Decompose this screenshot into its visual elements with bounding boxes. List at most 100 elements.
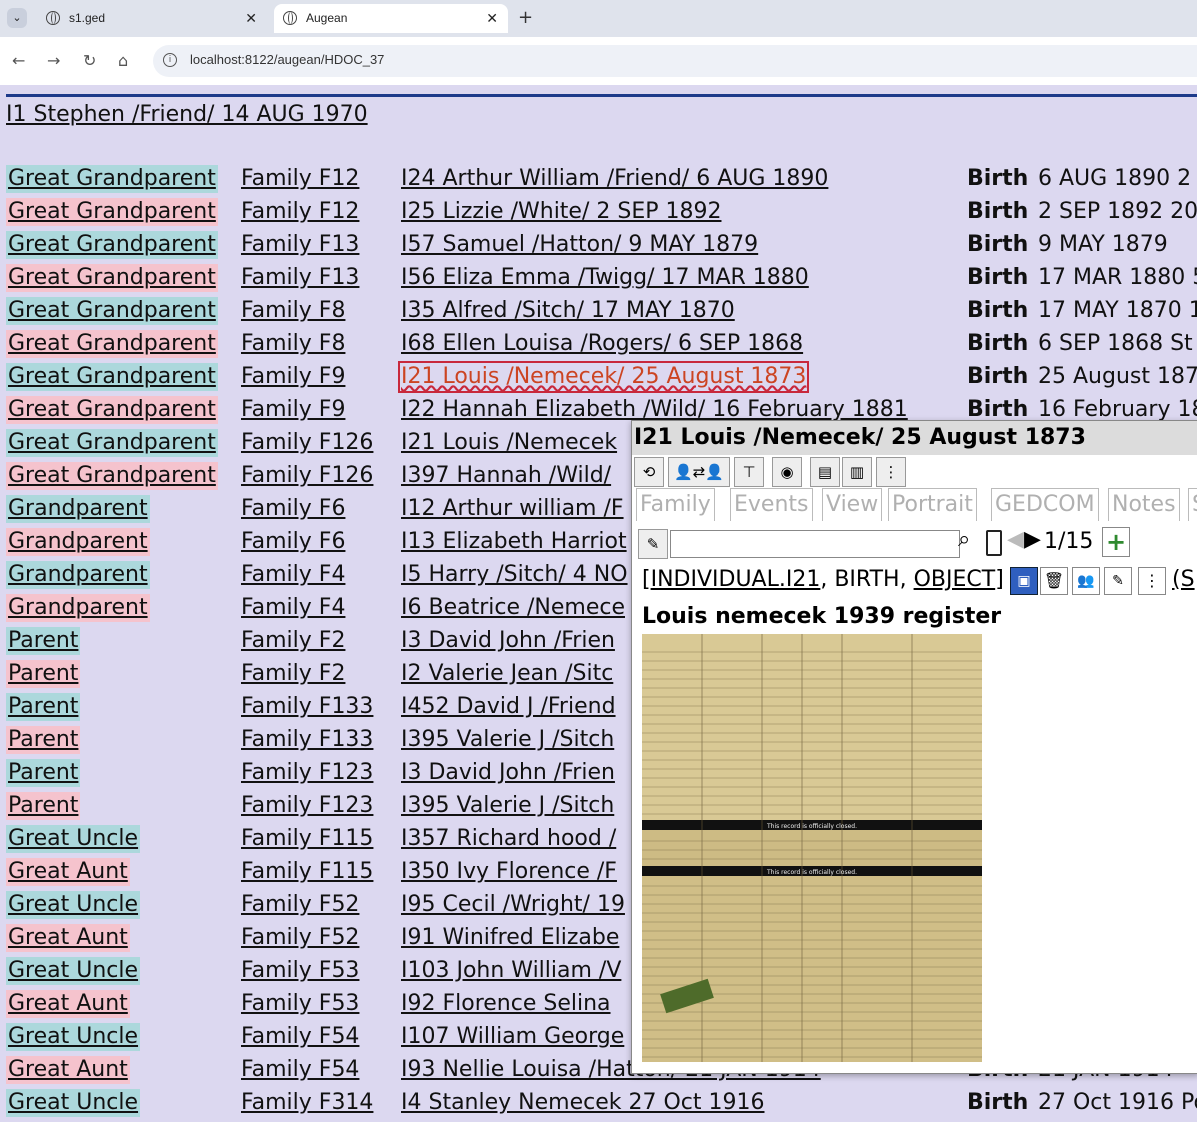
relation-link[interactable]: Parent bbox=[6, 660, 81, 688]
family-link[interactable]: Family F9 bbox=[241, 363, 345, 391]
relation-link[interactable]: Great Grandparent bbox=[6, 363, 218, 391]
family-link[interactable]: Family F115 bbox=[241, 825, 373, 853]
ref-trailing-link[interactable]: (S bbox=[1172, 567, 1195, 592]
family-link[interactable]: Family F8 bbox=[241, 297, 345, 325]
family-link[interactable]: Family F6 bbox=[241, 528, 345, 556]
map-pin-icon[interactable]: ◉ bbox=[772, 457, 802, 487]
more-vertical-icon[interactable]: ⋮ bbox=[1138, 567, 1166, 595]
media-search-input[interactable] bbox=[670, 530, 960, 558]
swap-persons-icon[interactable]: 👤⇄👤 bbox=[668, 457, 730, 487]
reload-icon[interactable]: ↻ bbox=[83, 51, 96, 70]
edit-pencil-icon[interactable]: ✎ bbox=[638, 529, 668, 559]
tab-events[interactable]: Events bbox=[730, 488, 813, 521]
family-link[interactable]: Family F53 bbox=[241, 990, 359, 1018]
close-tab-icon[interactable]: ✕ bbox=[486, 4, 498, 33]
close-tab-icon[interactable]: ✕ bbox=[245, 4, 257, 33]
address-bar[interactable]: i localhost:8122/augean/HDOC_37 bbox=[153, 45, 1197, 77]
tab-notes[interactable]: Notes bbox=[1108, 488, 1180, 521]
family-link[interactable]: Family F8 bbox=[241, 330, 345, 358]
back-arrow-icon[interactable]: ← bbox=[12, 51, 25, 70]
relation-link[interactable]: Parent bbox=[6, 759, 81, 787]
family-link[interactable]: Family F13 bbox=[241, 264, 359, 292]
relation-link[interactable]: Parent bbox=[6, 693, 81, 721]
home-icon[interactable]: ⌂ bbox=[118, 51, 128, 70]
scroll-document-icon[interactable]: ▤ bbox=[810, 457, 840, 487]
relation-link[interactable]: Parent bbox=[6, 726, 81, 754]
individual-link[interactable]: I91 Winifred Elizabe bbox=[401, 924, 619, 952]
individual-link[interactable]: I21 Louis /Nemecek bbox=[401, 429, 617, 457]
family-link[interactable]: Family F52 bbox=[241, 924, 359, 952]
family-link[interactable]: Family F13 bbox=[241, 231, 359, 259]
individual-link[interactable]: I21 Louis /Nemecek/ 25 August 1873 bbox=[398, 361, 810, 393]
relation-link[interactable]: Great Grandparent bbox=[6, 165, 218, 193]
tab-portrait[interactable]: Portrait bbox=[888, 488, 977, 521]
save-disk-icon[interactable]: ▣ bbox=[1010, 567, 1038, 595]
relation-link[interactable]: Great Grandparent bbox=[6, 462, 218, 490]
notes-stack-icon[interactable]: ▥ bbox=[842, 457, 872, 487]
next-icon[interactable]: ▶ bbox=[1024, 527, 1041, 552]
relation-link[interactable]: Great Grandparent bbox=[6, 396, 218, 424]
family-link[interactable]: Family F133 bbox=[241, 693, 373, 721]
individual-link[interactable]: I2 Valerie Jean /Sitc bbox=[401, 660, 613, 688]
relation-link[interactable]: Grandparent bbox=[6, 594, 150, 622]
register-scan-image[interactable]: This record is officially closed. This r… bbox=[642, 634, 982, 1062]
previous-icon[interactable]: ◀ bbox=[1007, 527, 1024, 552]
individual-link[interactable]: I56 Eliza Emma /Twigg/ 17 MAR 1880 bbox=[401, 264, 809, 292]
family-link[interactable]: Family F54 bbox=[241, 1056, 359, 1084]
individual-link[interactable]: I395 Valerie J /Sitch bbox=[401, 792, 614, 820]
tab-gedcom[interactable]: GEDCOM bbox=[991, 488, 1099, 521]
individual-link[interactable]: I350 Ivy Florence /F bbox=[401, 858, 617, 886]
family-link[interactable]: Family F133 bbox=[241, 726, 373, 754]
ref-object-link[interactable]: OBJECT bbox=[914, 567, 996, 592]
trash-icon[interactable]: 🗑 bbox=[1040, 567, 1068, 595]
relation-link[interactable]: Great Uncle bbox=[6, 1023, 141, 1051]
relation-link[interactable]: Grandparent bbox=[6, 495, 150, 523]
individual-link[interactable]: I13 Elizabeth Harriot bbox=[401, 528, 627, 556]
individual-link[interactable]: I107 William George bbox=[401, 1023, 624, 1051]
individual-link[interactable]: I68 Ellen Louisa /Rogers/ 6 SEP 1868 bbox=[401, 330, 803, 358]
relation-link[interactable]: Great Uncle bbox=[6, 825, 141, 853]
relation-link[interactable]: Great Uncle bbox=[6, 1089, 141, 1117]
individual-link[interactable]: I57 Samuel /Hatton/ 9 MAY 1879 bbox=[401, 231, 758, 259]
relation-link[interactable]: Great Grandparent bbox=[6, 330, 218, 358]
relation-link[interactable]: Great Grandparent bbox=[6, 429, 218, 457]
individual-link[interactable]: I452 David J /Friend bbox=[401, 693, 616, 721]
relation-link[interactable]: Great Aunt bbox=[6, 858, 130, 886]
individual-link[interactable]: I3 David John /Frien bbox=[401, 759, 615, 787]
individual-link[interactable]: I12 Arthur william /F bbox=[401, 495, 624, 523]
popup-title[interactable]: I21 Louis /Nemecek/ 25 August 1873 bbox=[632, 421, 1197, 455]
relation-link[interactable]: Great Uncle bbox=[6, 957, 141, 985]
individual-link[interactable]: I395 Valerie J /Sitch bbox=[401, 726, 614, 754]
individual-link[interactable]: I35 Alfred /Sitch/ 17 MAY 1870 bbox=[401, 297, 735, 325]
individual-link[interactable]: I4 Stanley Nemecek 27 Oct 1916 bbox=[401, 1089, 764, 1117]
relation-link[interactable]: Great Grandparent bbox=[6, 264, 218, 292]
family-link[interactable]: Family F126 bbox=[241, 429, 373, 457]
edit-note-icon[interactable]: ✎ bbox=[1104, 567, 1132, 595]
relation-link[interactable]: Grandparent bbox=[6, 561, 150, 589]
individual-link[interactable]: I5 Harry /Sitch/ 4 NO bbox=[401, 561, 628, 589]
more-vertical-icon[interactable]: ⋮ bbox=[876, 457, 906, 487]
family-link[interactable]: Family F115 bbox=[241, 858, 373, 886]
relation-link[interactable]: Great Aunt bbox=[6, 1056, 130, 1084]
refresh-icon[interactable]: ⟲ bbox=[634, 457, 664, 487]
individual-link[interactable]: I3 David John /Frien bbox=[401, 627, 615, 655]
family-link[interactable]: Family F52 bbox=[241, 891, 359, 919]
tree-chart-icon[interactable]: ⊤ bbox=[734, 457, 764, 487]
tab-search-chevron-icon[interactable]: ⌄ bbox=[7, 8, 27, 28]
add-plus-icon[interactable]: + bbox=[1102, 527, 1130, 557]
individual-link[interactable]: I92 Florence Selina bbox=[401, 990, 611, 1018]
relation-link[interactable]: Grandparent bbox=[6, 528, 150, 556]
relation-link[interactable]: Great Aunt bbox=[6, 990, 130, 1018]
magnifier-icon[interactable]: ⌕ bbox=[958, 527, 970, 552]
relation-link[interactable]: Parent bbox=[6, 627, 81, 655]
family-link[interactable]: Family F12 bbox=[241, 198, 359, 226]
root-person-link[interactable]: I1 Stephen /Friend/ 14 AUG 1970 bbox=[6, 102, 368, 127]
site-info-icon[interactable]: i bbox=[163, 53, 177, 67]
relation-link[interactable]: Great Grandparent bbox=[6, 231, 218, 259]
relation-link[interactable]: Great Grandparent bbox=[6, 198, 218, 226]
tab-s1ged[interactable]: s1.ged ✕ bbox=[37, 4, 267, 33]
ref-individual-link[interactable]: INDIVIDUAL.I21 bbox=[651, 567, 821, 592]
family-link[interactable]: Family F2 bbox=[241, 660, 345, 688]
individual-link[interactable]: I95 Cecil /Wright/ 19 bbox=[401, 891, 625, 919]
individual-link[interactable]: I357 Richard hood / bbox=[401, 825, 616, 853]
